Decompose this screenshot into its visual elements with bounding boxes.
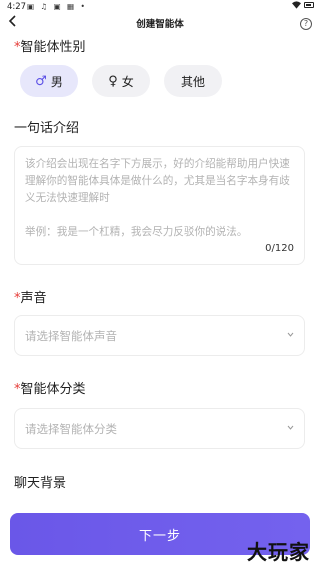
gender-options: ♂ 男 ♀ 女 其他	[20, 65, 222, 97]
status-right	[292, 1, 314, 9]
gender-option-male[interactable]: ♂ 男	[20, 65, 78, 97]
page-title: 创建智能体	[136, 19, 184, 30]
gender-label: *智能体性别	[14, 36, 86, 55]
category-select[interactable]: 请选择智能体分类	[14, 408, 305, 449]
female-icon: ♀	[108, 73, 118, 89]
male-icon: ♂	[35, 73, 47, 89]
notification-icons: ▣ ♫ ▣ ▦ •	[27, 2, 87, 11]
gender-option-label: 男	[50, 74, 63, 89]
chevron-down-icon	[287, 423, 294, 433]
char-counter: 0/120	[265, 243, 294, 254]
gender-option-label: 女	[121, 74, 134, 89]
category-label-text: 智能体分类	[20, 382, 86, 397]
chevron-down-icon	[287, 330, 294, 340]
battery-icon	[304, 2, 314, 8]
gender-option-label: 其他	[180, 74, 205, 89]
voice-select[interactable]: 请选择智能体声音	[14, 315, 305, 356]
gender-option-female[interactable]: ♀ 女	[92, 65, 150, 97]
gender-label-text: 智能体性别	[20, 40, 86, 55]
category-placeholder: 请选择智能体分类	[25, 421, 117, 436]
intro-example: 举例：我是一个杠精，我会尽力反驳你的说法。	[25, 226, 248, 238]
intro-placeholder: 该介绍会出现在名字下方展示，好的介绍能帮助用户快速理解你的智能体具体是做什么的，…	[25, 158, 290, 204]
voice-label: *声音	[14, 287, 47, 306]
nav-bar: 创建智能体 ?	[0, 14, 320, 34]
category-label: *智能体分类	[14, 378, 86, 397]
voice-placeholder: 请选择智能体声音	[25, 328, 117, 343]
help-icon[interactable]: ?	[300, 18, 312, 30]
intro-label: 一句话介绍	[14, 121, 80, 136]
intro-textarea[interactable]: 该介绍会出现在名字下方展示，好的介绍能帮助用户快速理解你的智能体具体是做什么的，…	[14, 146, 305, 265]
status-bar: 4:27 ▣ ♫ ▣ ▦ •	[0, 0, 320, 14]
status-time: 4:27	[7, 2, 27, 12]
wifi-icon	[292, 1, 301, 9]
gender-option-other[interactable]: 其他	[164, 65, 222, 97]
background-label: 聊天背景	[14, 476, 67, 491]
voice-label-text: 声音	[20, 291, 47, 306]
watermark-logo: 大玩家	[247, 540, 310, 564]
